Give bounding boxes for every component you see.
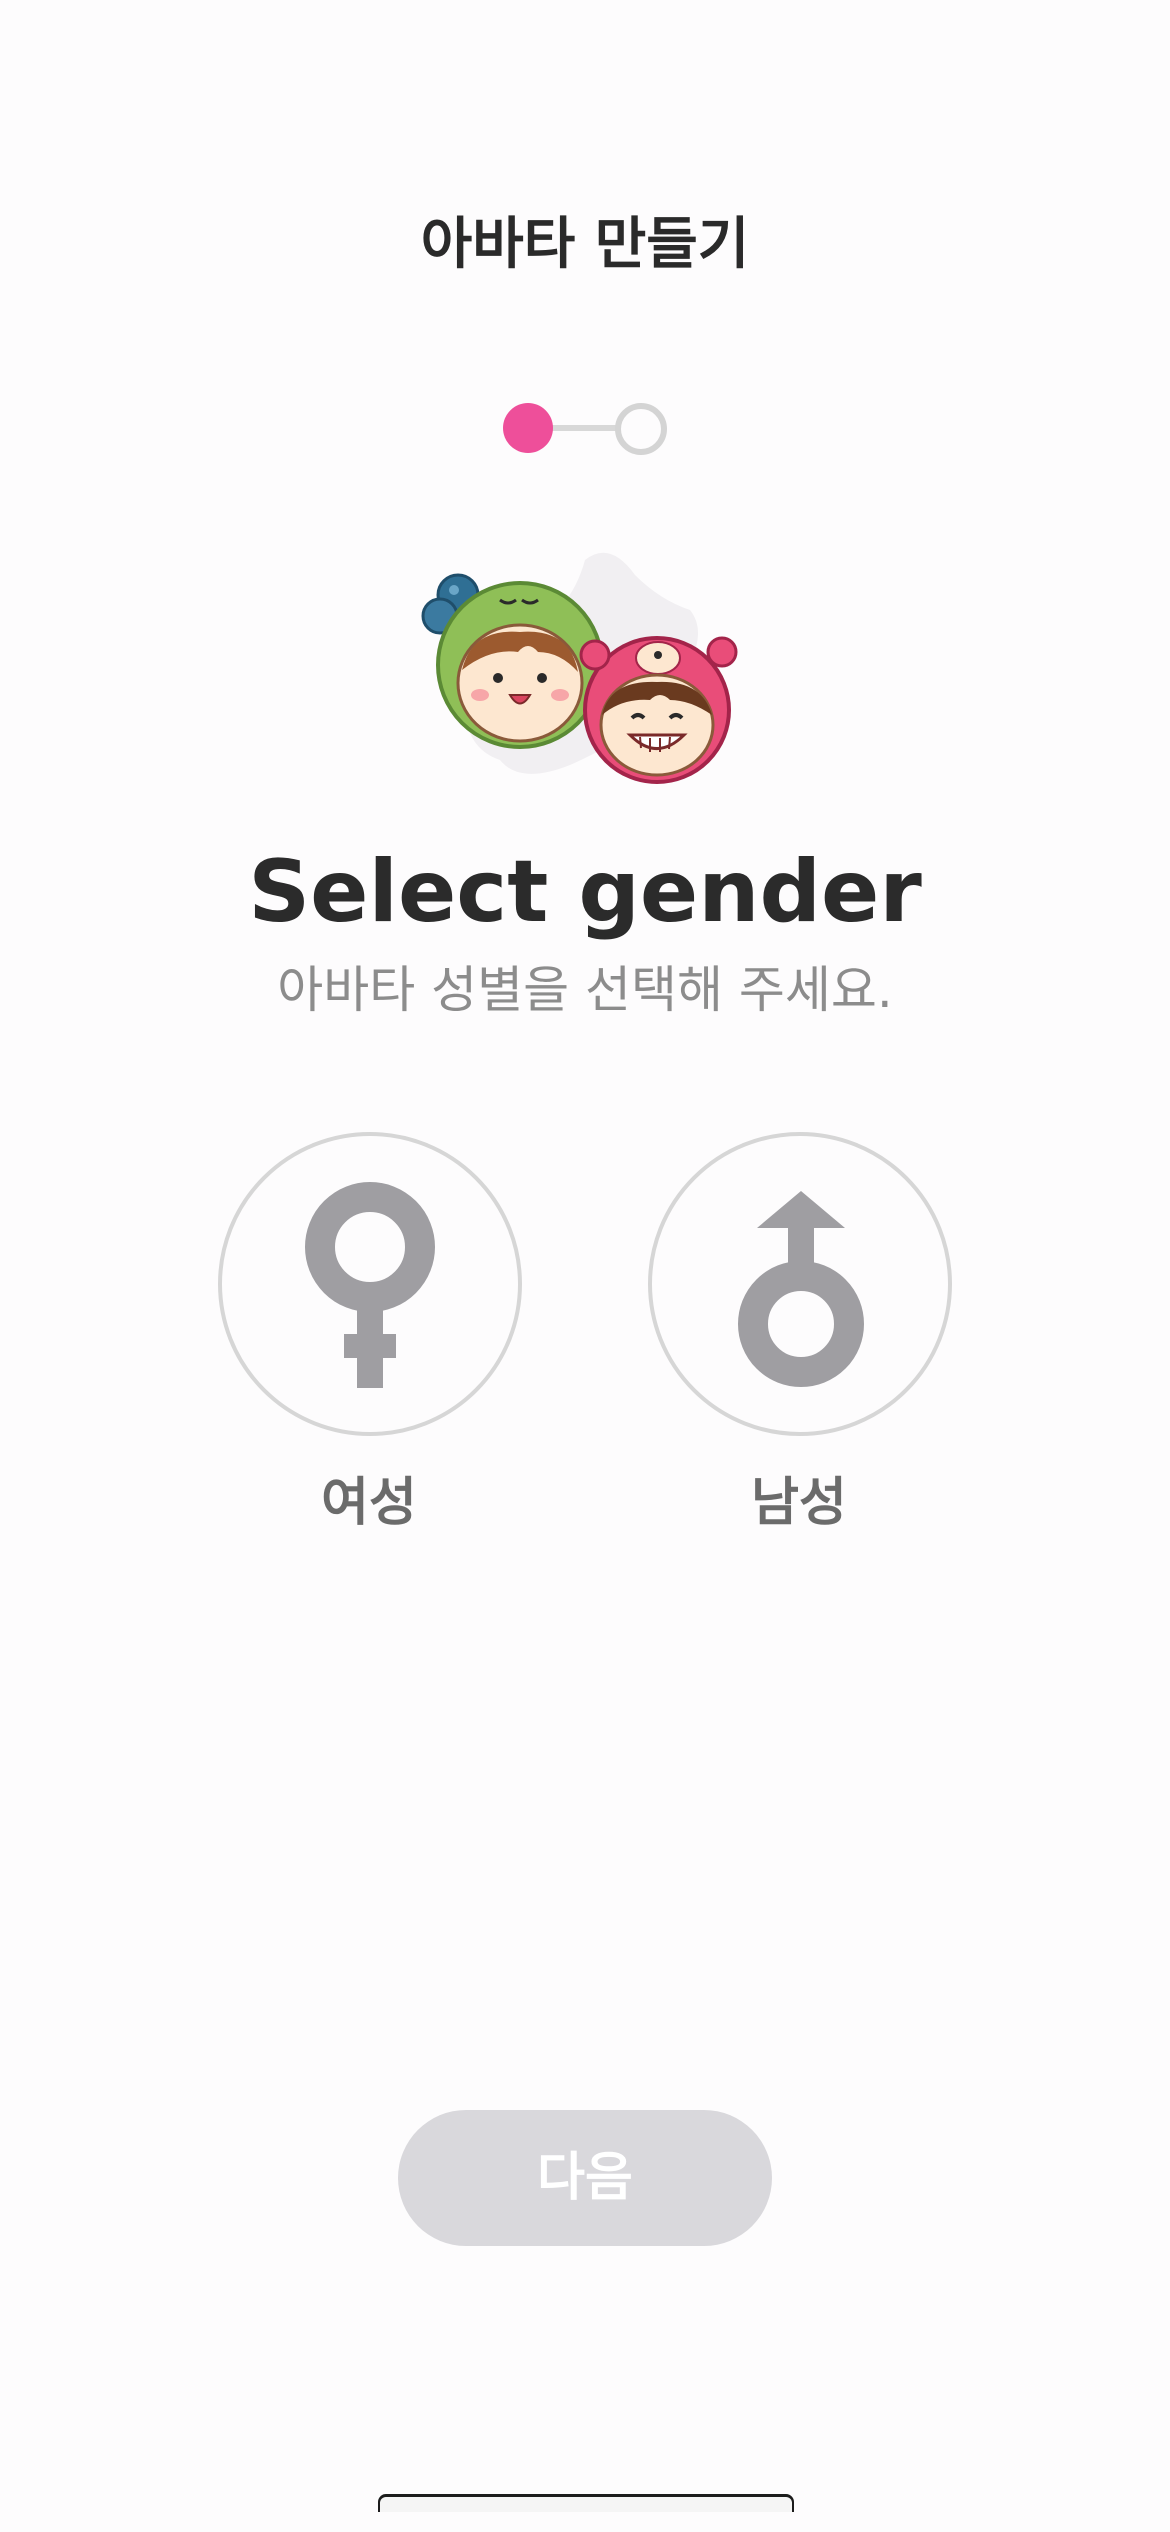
step-dot-1-active bbox=[503, 403, 553, 453]
female-option-circle bbox=[218, 1132, 522, 1436]
select-gender-heading: Select gender bbox=[248, 842, 922, 942]
avatar-mascot-illustration bbox=[410, 540, 760, 800]
home-indicator[interactable] bbox=[378, 2494, 794, 2512]
male-option-circle bbox=[648, 1132, 952, 1436]
male-option-label: 남성 bbox=[751, 1473, 847, 1533]
female-option-button[interactable] bbox=[218, 1132, 522, 1436]
select-gender-subtitle: 아바타 성별을 선택해 주세요. bbox=[277, 961, 893, 1019]
mascot-characters-icon bbox=[421, 552, 738, 784]
step-indicator bbox=[503, 401, 667, 455]
step-connector-line bbox=[551, 425, 621, 431]
next-button[interactable]: 다음 bbox=[398, 2110, 772, 2246]
male-option-button[interactable] bbox=[648, 1132, 952, 1436]
page-title: 아바타 만들기 bbox=[420, 212, 750, 277]
female-symbol-icon bbox=[305, 1182, 435, 1388]
female-option-label: 여성 bbox=[321, 1473, 417, 1533]
male-symbol-icon bbox=[738, 1191, 864, 1387]
step-dot-2-inactive bbox=[615, 403, 667, 455]
